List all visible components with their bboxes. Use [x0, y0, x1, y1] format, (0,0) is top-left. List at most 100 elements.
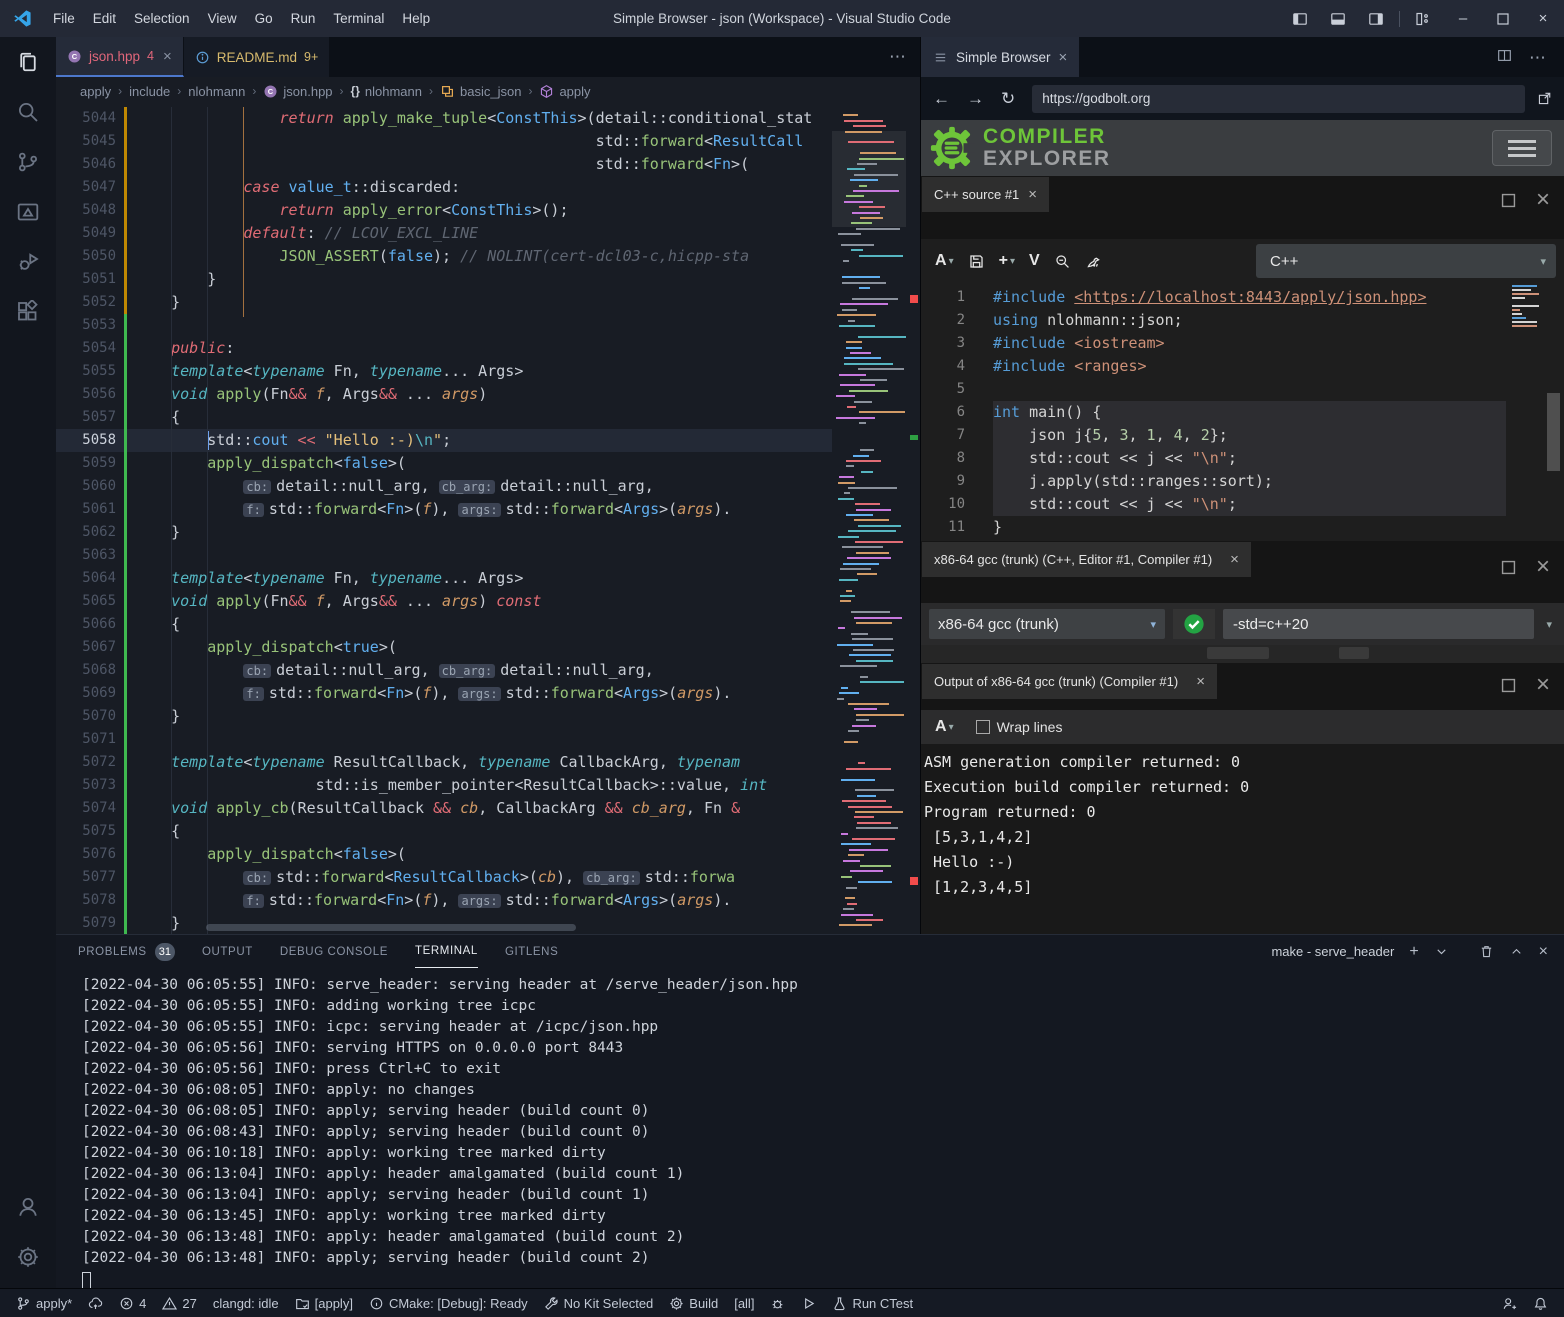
font-size-icon[interactable]: A▾ — [935, 718, 954, 736]
source-control-icon[interactable] — [0, 137, 56, 187]
tab-readme-md[interactable]: README.md9+ — [184, 37, 331, 77]
source-pane-tab[interactable]: C++ source #1 × — [922, 177, 1049, 212]
close-icon[interactable]: × — [1522, 10, 1564, 27]
breadcrumb-item-json-hpp[interactable]: Cjson.hpp — [263, 84, 332, 99]
layout-sidebar-right-icon[interactable] — [1357, 11, 1395, 27]
close-icon[interactable]: × — [1028, 186, 1037, 203]
layout-panel-icon[interactable] — [1319, 11, 1357, 27]
close-icon[interactable]: × — [1059, 49, 1068, 66]
save-icon[interactable] — [968, 253, 985, 270]
status--apply-[interactable]: [apply] — [287, 1289, 361, 1317]
maximize-pane-icon[interactable] — [1499, 676, 1518, 695]
menu-item-selection[interactable]: Selection — [125, 11, 199, 26]
tab-simple-browser[interactable]: Simple Browser × — [921, 37, 1079, 77]
status-apply-[interactable]: apply* — [8, 1289, 80, 1317]
close-icon[interactable]: × — [1230, 551, 1239, 568]
menu-item-view[interactable]: View — [199, 11, 246, 26]
panel-tab-gitlens[interactable]: GITLENS — [505, 936, 558, 968]
maximize-icon[interactable] — [1484, 11, 1522, 27]
status-cmake-debug-ready[interactable]: CMake: [Debug]: Ready — [361, 1289, 536, 1317]
panel-tab-output[interactable]: OUTPUT — [202, 936, 253, 968]
caret-down-icon[interactable]: ▾ — [1542, 618, 1556, 631]
panel-tab-terminal[interactable]: TERMINAL — [415, 936, 478, 968]
terminal-content[interactable]: [2022-04-30 06:05:55] INFO: serve_header… — [82, 975, 1554, 1288]
layout-sidebar-left-icon[interactable] — [1281, 11, 1319, 27]
menu-item-go[interactable]: Go — [246, 11, 282, 26]
breadcrumb-item-nlohmann[interactable]: nlohmann — [188, 84, 245, 99]
status-no-kit-selected[interactable]: No Kit Selected — [536, 1289, 662, 1317]
maximize-pane-icon[interactable] — [1499, 191, 1518, 210]
account-icon[interactable] — [0, 1182, 56, 1232]
insights-icon[interactable] — [1054, 253, 1071, 270]
status-cloud-upload-icon[interactable] — [80, 1289, 111, 1317]
add-pane-icon[interactable]: +▾ — [999, 252, 1015, 270]
back-icon[interactable]: ← — [933, 89, 950, 109]
menu-item-file[interactable]: File — [44, 11, 84, 26]
trash-icon[interactable] — [1479, 944, 1494, 959]
ce-source-editor[interactable]: 1#include <https://localhost:8443/apply/… — [921, 283, 1564, 541]
minimize-icon[interactable]: – — [1442, 10, 1484, 27]
compiler-options-input[interactable]: -std=c++20 — [1223, 609, 1534, 639]
horizontal-scrollbar[interactable] — [206, 924, 576, 931]
status-27[interactable]: 27 — [154, 1289, 204, 1317]
status-4[interactable]: 4 — [111, 1289, 154, 1317]
menu-item-help[interactable]: Help — [393, 11, 439, 26]
add-icon[interactable]: + — [1409, 943, 1418, 961]
status--all-[interactable]: [all] — [726, 1289, 762, 1317]
font-size-icon[interactable]: A▾ — [935, 252, 954, 270]
tab-json-hpp[interactable]: Cjson.hpp4× — [56, 37, 184, 77]
close-icon[interactable]: × — [1536, 186, 1550, 214]
compiler-select[interactable]: x86-64 gcc (trunk) ▾ — [929, 609, 1165, 639]
panel-tab-debug-console[interactable]: DEBUG CONSOLE — [280, 936, 388, 968]
close-icon[interactable]: × — [1539, 943, 1548, 961]
minimap[interactable] — [832, 105, 906, 934]
forward-icon[interactable]: → — [967, 89, 984, 109]
hamburger-menu-icon[interactable] — [1492, 130, 1552, 166]
status-run-ctest[interactable]: Run CTest — [824, 1289, 921, 1317]
split-editor-icon[interactable] — [1497, 48, 1512, 63]
maximize-pane-icon[interactable] — [1499, 558, 1518, 577]
status-play-icon[interactable] — [793, 1289, 824, 1317]
language-select[interactable]: C++ ▾ — [1256, 244, 1556, 278]
customize-layout-icon[interactable] — [1404, 11, 1442, 27]
open-external-icon[interactable] — [1537, 91, 1552, 106]
close-icon[interactable]: × — [163, 48, 172, 65]
breadcrumb-item-include[interactable]: include — [129, 84, 170, 99]
status-clangd-idle[interactable]: clangd: idle — [205, 1289, 287, 1317]
close-icon[interactable]: × — [1536, 671, 1550, 699]
code-editor[interactable]: 5044 return apply_make_tuple<ConstThis>(… — [56, 105, 920, 934]
run-debug-icon[interactable] — [0, 237, 56, 287]
menu-item-edit[interactable]: Edit — [84, 11, 125, 26]
status-build[interactable]: Build — [661, 1289, 726, 1317]
url-input[interactable]: https://godbolt.org — [1032, 85, 1525, 113]
status-feedback-icon[interactable] — [1494, 1289, 1525, 1317]
terminal-title[interactable]: make - serve_header — [1271, 944, 1394, 959]
compiler-explorer-logo[interactable]: COMPILER EXPLORER — [929, 125, 1111, 171]
status-bell-dot-icon[interactable] — [1525, 1289, 1556, 1317]
breadcrumb-item-basic-json[interactable]: basic_json — [440, 84, 521, 99]
output-pane-tab[interactable]: Output of x86-64 gcc (trunk) (Compiler #… — [922, 664, 1217, 699]
more-actions-icon[interactable]: ⋯ — [889, 47, 906, 67]
search-icon[interactable] — [0, 87, 56, 137]
chevron-down-icon[interactable] — [1434, 944, 1449, 959]
settings-gear-icon[interactable] — [0, 1232, 56, 1282]
status-bug-icon[interactable] — [762, 1289, 793, 1317]
cmake-tools-icon[interactable] — [0, 187, 56, 237]
breadcrumb-item-apply[interactable]: apply — [80, 84, 111, 99]
close-icon[interactable]: × — [1536, 553, 1550, 581]
quickbench-icon[interactable] — [1085, 253, 1102, 270]
vim-mode-icon[interactable]: V — [1029, 252, 1040, 270]
wrap-lines-checkbox[interactable] — [976, 720, 990, 734]
reload-icon[interactable]: ↻ — [1001, 89, 1015, 109]
panel-tab-problems[interactable]: PROBLEMS31 — [78, 936, 175, 968]
files-icon[interactable] — [0, 37, 56, 87]
extensions-icon[interactable] — [0, 287, 56, 337]
menu-item-terminal[interactable]: Terminal — [324, 11, 393, 26]
close-icon[interactable]: × — [1196, 673, 1205, 690]
compiler-pane-tab[interactable]: x86-64 gcc (trunk) (C++, Editor #1, Comp… — [922, 542, 1251, 577]
breadcrumb-item-nlohmann[interactable]: {}nlohmann — [351, 84, 422, 99]
ce-scrollbar[interactable] — [1547, 393, 1560, 471]
breadcrumb-item-apply[interactable]: apply — [539, 84, 590, 99]
more-actions-icon[interactable]: ⋯ — [1529, 48, 1546, 68]
menu-item-run[interactable]: Run — [282, 11, 325, 26]
